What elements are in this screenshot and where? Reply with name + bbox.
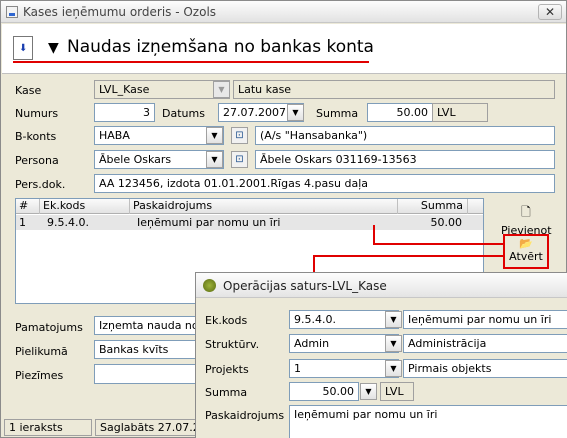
table-header: # Ek.kods Paskaidrojums Summa <box>16 199 483 214</box>
pamatojums-field[interactable]: Izņemta nauda no ba <box>94 316 204 335</box>
datums-dropdown-icon[interactable]: ▼ <box>287 104 304 121</box>
column-header[interactable]: # <box>16 199 40 214</box>
row-number: 1 <box>19 216 26 229</box>
projekts-dropdown-icon[interactable]: ▼ <box>385 360 402 377</box>
pamatojums-label: Pamatojums <box>15 321 83 334</box>
persona-select[interactable]: Ābele Oskars <box>94 150 224 169</box>
pielikuma-label: Pielikumā <box>15 345 68 358</box>
popup-projekts-label: Projekts <box>205 363 249 376</box>
kase-select[interactable]: LVL_Kase <box>94 80 230 99</box>
popup-projekts-select[interactable]: 1 <box>289 359 399 378</box>
persona-name: Ābele Oskars 031169-13563 <box>255 150 555 169</box>
summa-field[interactable]: 50.00 <box>367 103 433 122</box>
open-button[interactable]: 📂 Atvērt <box>505 237 547 263</box>
popup-ekkods-select[interactable]: 9.5.4.0. <box>289 310 399 329</box>
popup-ekkods-label: Ek.kods <box>205 314 248 327</box>
popup-ekkods-name: Ieņēmumi par nomu un īri <box>403 310 567 329</box>
piezimes-label: Piezīmes <box>15 369 64 382</box>
annotation-line <box>313 255 315 273</box>
dialog-title-bar: Operācijas saturs-LVL_Kase <box>196 273 567 298</box>
row-amount: 50.00 <box>430 216 463 229</box>
table-row[interactable]: 1 9.5.4.0. Ieņēmumi par nomu un īri 50.0… <box>16 215 483 230</box>
datums-label: Datums <box>162 107 205 120</box>
popup-paskaidrojums-label: Paskaidrojums <box>205 409 285 422</box>
kase-dropdown-icon: ▼ <box>213 81 230 98</box>
row-ekkods: 9.5.4.0. <box>47 216 89 229</box>
summa-currency: LVL <box>432 103 488 122</box>
popup-summa-field[interactable]: 50.00 <box>289 382 359 401</box>
title-highlight-underline <box>13 61 369 63</box>
title-bar: Kases ieņēmumu orderis - Ozols ✕ <box>1 1 566 23</box>
kase-name: Latu kase <box>233 80 555 99</box>
saved-status: Saglabāts 27.07.200 <box>95 419 205 436</box>
add-button[interactable]: 🗋 Pievienot <box>501 203 552 237</box>
persona-label: Persona <box>15 154 59 167</box>
numurs-field[interactable]: 3 <box>94 103 155 122</box>
popup-struktura-name: Administrācija <box>403 334 567 353</box>
close-button[interactable]: ✕ <box>538 4 562 20</box>
persdok-field[interactable]: AA 123456, izdota 01.01.2001.Rīgas 4.pas… <box>94 174 555 193</box>
document-type-title[interactable]: Naudas izņemšana no bankas konta <box>67 37 374 57</box>
popup-struktura-select[interactable]: Admin <box>289 334 399 353</box>
popup-summa-label: Summa <box>205 386 248 399</box>
bkonts-name: (A/s "Hansabanka") <box>255 126 555 145</box>
document-icon[interactable] <box>13 36 33 60</box>
persona-dropdown-icon[interactable]: ▼ <box>206 151 223 168</box>
record-count: 1 ieraksts <box>4 419 92 436</box>
summa-label: Summa <box>316 107 359 120</box>
persdok-label: Pers.dok. <box>15 178 66 191</box>
window-title: Kases ieņēmumu orderis - Ozols <box>23 5 217 19</box>
annotation-line <box>373 243 503 245</box>
popup-struktura-label: Struktūrv. <box>205 338 260 351</box>
struktura-dropdown-icon[interactable]: ▼ <box>385 335 402 352</box>
numurs-label: Numurs <box>15 107 59 120</box>
annotation-line <box>313 255 503 257</box>
app-icon <box>6 6 18 18</box>
annotation-line <box>373 225 375 245</box>
row-description: Ieņēmumi par nomu un īri <box>137 216 281 229</box>
dropdown-arrow-icon[interactable]: ▼ <box>48 40 59 56</box>
column-header[interactable]: Summa <box>398 199 468 214</box>
bkonts-lookup-icon[interactable]: ⊡ <box>231 127 248 144</box>
piezimes-field[interactable] <box>94 364 204 384</box>
popup-projekts-name: Pirmais objekts <box>403 359 567 378</box>
summa-dropdown-icon[interactable]: ▼ <box>360 383 377 400</box>
persona-lookup-icon[interactable]: ⊡ <box>231 151 248 168</box>
column-header[interactable]: Paskaidrojums <box>130 199 398 214</box>
popup-summa-currency: LVL <box>380 382 414 401</box>
app-icon <box>203 279 216 292</box>
bkonts-label: B-konts <box>15 130 57 143</box>
operation-dialog: Operācijas saturs-LVL_Kase Ek.kods 9.5.4… <box>195 272 567 438</box>
bkonts-dropdown-icon[interactable]: ▼ <box>206 127 223 144</box>
kase-label: Kase <box>15 84 42 97</box>
folder-open-icon: 📂 <box>519 237 533 250</box>
open-button-label: Atvērt <box>509 250 543 263</box>
dialog-title: Operācijas saturs-LVL_Kase <box>223 279 387 293</box>
new-doc-icon: 🗋 <box>521 205 531 219</box>
pielikuma-field[interactable]: Bankas kvīts <box>94 340 204 359</box>
bkonts-select[interactable]: HABA <box>94 126 224 145</box>
ekkods-dropdown-icon[interactable]: ▼ <box>385 311 402 328</box>
popup-paskaidrojums-field[interactable]: Ieņēmumi par nomu un īri <box>289 405 567 438</box>
column-header[interactable]: Ek.kods <box>40 199 130 214</box>
document-header: ▼ Naudas izņemšana no bankas konta <box>2 24 566 74</box>
